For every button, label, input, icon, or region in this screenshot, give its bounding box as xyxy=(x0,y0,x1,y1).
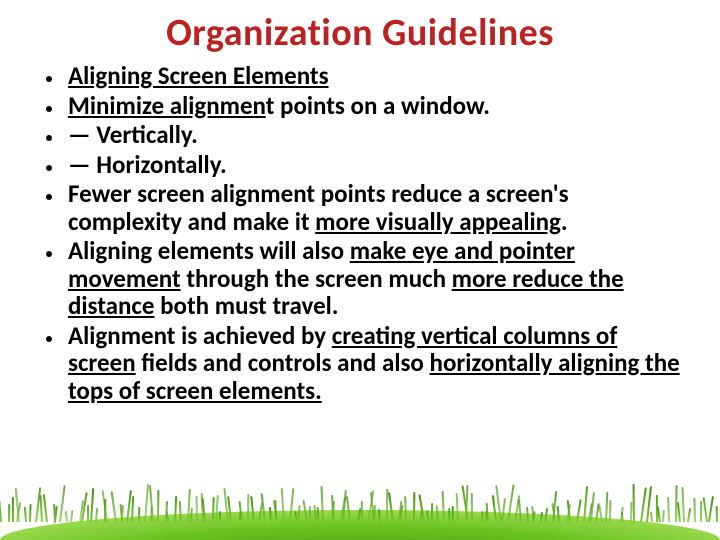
grass-blade xyxy=(8,504,10,522)
list-item: Alignment is achieved by creating vertic… xyxy=(64,322,684,405)
grass-blade xyxy=(361,501,363,522)
grass-blade xyxy=(43,494,48,522)
grass-blade xyxy=(29,504,32,522)
text: Aligning elements will also xyxy=(68,235,350,266)
text: — Vertically. xyxy=(68,119,198,150)
text: Aligning Screen Elements xyxy=(68,60,329,91)
grass-blade xyxy=(451,506,453,522)
list-item: Aligning Screen Elements xyxy=(64,62,684,90)
list-item: Aligning elements will also make eye and… xyxy=(64,237,684,320)
list-item: Fewer screen alignment points reduce a s… xyxy=(64,180,684,235)
grass-blade xyxy=(700,501,702,522)
grass-blade xyxy=(321,486,325,522)
grass-blade xyxy=(212,497,215,522)
grass-blade xyxy=(694,498,697,522)
grass-blade xyxy=(677,502,681,522)
grass-blade xyxy=(138,507,140,522)
text: more visually appealing xyxy=(315,206,561,237)
slide: Organization Guidelines Aligning Screen … xyxy=(0,10,720,540)
grass-blade xyxy=(716,506,718,522)
grass-blade xyxy=(309,506,311,522)
grass-blade xyxy=(662,510,665,522)
text: through the screen much xyxy=(181,263,452,294)
grass-blade xyxy=(436,505,439,522)
grass-blade xyxy=(687,508,691,522)
grass-blade xyxy=(90,488,94,522)
grass-blade xyxy=(166,511,169,522)
list-item: Minimize alignment points on a window. xyxy=(64,92,684,120)
text: — Horizontally. xyxy=(68,149,227,180)
grass-blade xyxy=(373,505,376,522)
grass-blade xyxy=(332,501,335,522)
grass-blade xyxy=(12,497,14,522)
grass-blade xyxy=(557,506,560,522)
text: both must travel. xyxy=(154,290,338,321)
grass-blade xyxy=(448,508,450,522)
grass-blade xyxy=(178,501,181,522)
grass-blade xyxy=(650,512,653,522)
grass-blade xyxy=(667,497,670,522)
grass-blade xyxy=(681,487,685,522)
text: . xyxy=(561,206,568,237)
grass-blade xyxy=(632,484,634,522)
grass-blade xyxy=(431,503,433,522)
text: Alignment is achieved by xyxy=(68,320,332,351)
grass-blade xyxy=(54,505,58,522)
grass-blade xyxy=(317,507,319,522)
grass-blade xyxy=(0,489,2,522)
grass-blade xyxy=(102,490,108,522)
slide-title: Organization Guidelines xyxy=(0,10,720,56)
text: fields and controls and also xyxy=(136,347,430,378)
text: Minimize alignmen xyxy=(68,90,266,121)
grass-blade xyxy=(24,507,27,522)
grass-blade xyxy=(70,510,73,522)
grass-decoration xyxy=(0,480,720,540)
content-area: Aligning Screen Elements Minimize alignm… xyxy=(0,62,720,404)
grass-blade xyxy=(471,493,473,522)
list-item: — Vertically. xyxy=(64,121,684,149)
grass-blade xyxy=(526,507,529,522)
grass-blade xyxy=(456,493,459,522)
grass-blade xyxy=(621,511,624,522)
bullet-list: Aligning Screen Elements Minimize alignm… xyxy=(30,62,684,404)
grass-blade xyxy=(708,496,714,522)
text: t points on a window. xyxy=(266,90,490,121)
grass-blade xyxy=(65,511,68,522)
grass-blade xyxy=(404,496,407,522)
list-item: — Horizontally. xyxy=(64,151,684,179)
